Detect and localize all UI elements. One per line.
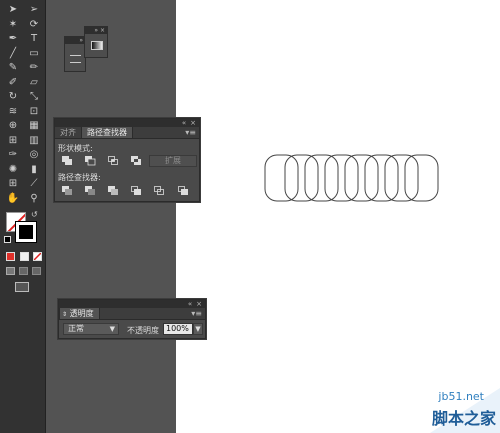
transparency-tab-label: 透明度: [69, 309, 94, 318]
selection-tool-icon[interactable]: ➤: [3, 2, 23, 17]
close-panel-icon[interactable]: ×: [190, 119, 196, 127]
minus-front-button[interactable]: [84, 155, 96, 166]
capsule-shape[interactable]: [324, 154, 359, 202]
watermark-url: jb51.net: [438, 390, 484, 403]
rectangle-tool-icon[interactable]: ▭: [24, 46, 44, 61]
capsule-shape[interactable]: [364, 154, 399, 202]
tab-align[interactable]: 对齐: [55, 127, 81, 138]
free-transform-tool-icon[interactable]: ⊡: [24, 104, 44, 119]
shape-builder-tool-icon[interactable]: ⊕: [3, 118, 23, 133]
collapse-arrows-icon[interactable]: »: [65, 37, 85, 44]
minus-back-button[interactable]: [177, 185, 189, 196]
collapse-panel-icon[interactable]: «: [188, 300, 192, 308]
collapsed-panel-brushes[interactable]: »: [64, 36, 86, 72]
eyedropper-tool-icon[interactable]: ✑: [3, 147, 23, 162]
outline-button[interactable]: [153, 185, 165, 196]
tools-panel: ➤ ➢ ✶ ⟳ ✒ T ╱ ▭ ✎ ✏ ✐ ▱ ↻ ⤡ ≋ ⊡ ⊕ ▦ ⊞ ▥ ✑ ◎ ✺ ▮ ⊞ ⟋ ✋ ⚲ ↺: [0, 0, 46, 433]
draw-inside-icon[interactable]: [32, 267, 41, 275]
rotate-tool-icon[interactable]: ↻: [3, 89, 23, 104]
magic-wand-tool-icon[interactable]: ✶: [3, 17, 23, 32]
shape-modes-label: 形状模式:: [58, 144, 93, 153]
trim-button[interactable]: [84, 185, 96, 196]
draw-normal-icon[interactable]: [6, 267, 15, 275]
blend-tool-icon[interactable]: ◎: [24, 147, 44, 162]
capsule-shape[interactable]: [404, 154, 439, 202]
hand-tool-icon[interactable]: ✋: [3, 191, 23, 206]
gradient-mode-icon[interactable]: [20, 252, 29, 261]
draw-behind-icon[interactable]: [19, 267, 28, 275]
panel-tabs: 对齐 路径查找器 ▾≡: [55, 127, 199, 139]
chevron-down-icon: ▼: [109, 325, 115, 333]
capsule-group[interactable]: [176, 0, 500, 433]
merge-button[interactable]: [107, 185, 119, 196]
expand-button[interactable]: 扩展: [149, 155, 197, 167]
collapsed-panel-gradient[interactable]: » ×: [84, 26, 108, 58]
screen-mode-icon[interactable]: [15, 282, 29, 292]
width-tool-icon[interactable]: ≋: [3, 104, 23, 119]
collapse-arrows-icon[interactable]: » ×: [85, 27, 107, 34]
line-tool-icon[interactable]: ╱: [3, 46, 23, 61]
artboard[interactable]: [176, 0, 500, 433]
symbol-sprayer-tool-icon[interactable]: ✺: [3, 162, 23, 177]
panel-menu-icon[interactable]: ▾≡: [185, 127, 196, 139]
capsule-shape[interactable]: [304, 154, 339, 202]
gradient-icon: [91, 41, 103, 50]
direct-selection-tool-icon[interactable]: ➢: [24, 2, 44, 17]
panel-tabs: ⇕ 透明度 ▾≡: [59, 308, 205, 320]
collapse-panel-icon[interactable]: «: [182, 119, 186, 127]
blend-mode-value: 正常: [68, 324, 84, 333]
capsule-shape[interactable]: [264, 154, 299, 202]
pen-tool-icon[interactable]: ✒: [3, 31, 23, 46]
watermark-brand: 脚本之家: [431, 409, 496, 428]
panel-menu-icon[interactable]: ▾≡: [191, 308, 202, 320]
opacity-dropdown-button[interactable]: ▼: [193, 323, 203, 335]
unite-button[interactable]: [61, 155, 73, 166]
opacity-label: 不透明度: [127, 326, 159, 335]
mesh-tool-icon[interactable]: ⊞: [3, 133, 23, 148]
paintbrush-tool-icon[interactable]: ✎: [3, 60, 23, 75]
gradient-tool-icon[interactable]: ▥: [24, 133, 44, 148]
blob-brush-tool-icon[interactable]: ✐: [3, 75, 23, 90]
swap-fill-stroke-icon[interactable]: ↺: [31, 210, 38, 219]
exclude-button[interactable]: [130, 155, 142, 166]
default-fill-stroke-icon[interactable]: [4, 236, 11, 243]
panel-titlebar[interactable]: « ×: [55, 119, 199, 127]
eraser-tool-icon[interactable]: ▱: [24, 75, 44, 90]
column-graph-tool-icon[interactable]: ▮: [24, 162, 44, 177]
divide-button[interactable]: [61, 185, 73, 196]
tab-stepper-icon: ⇕: [62, 311, 68, 318]
pencil-tool-icon[interactable]: ✏: [24, 60, 44, 75]
capsule-shape[interactable]: [384, 154, 419, 202]
pathfinder-panel: « × 对齐 路径查找器 ▾≡ 形状模式: 扩展 路径查找器:: [54, 118, 200, 202]
scale-tool-icon[interactable]: ⤡: [24, 89, 44, 104]
slice-tool-icon[interactable]: ⟋: [24, 176, 44, 191]
close-panel-icon[interactable]: ×: [196, 300, 202, 308]
perspective-grid-tool-icon[interactable]: ▦: [24, 118, 44, 133]
blend-mode-select[interactable]: 正常 ▼: [63, 323, 119, 335]
transparency-panel: « × ⇕ 透明度 ▾≡ 正常 ▼ 不透明度 100% ▼: [58, 299, 206, 339]
stroke-swatch[interactable]: [15, 221, 37, 243]
capsule-shape[interactable]: [344, 154, 379, 202]
list-icon: [70, 55, 81, 63]
color-mode-icon[interactable]: [6, 252, 15, 261]
tab-transparency[interactable]: ⇕ 透明度: [59, 308, 100, 319]
zoom-tool-icon[interactable]: ⚲: [24, 191, 44, 206]
panel-titlebar[interactable]: « ×: [59, 300, 205, 308]
pathfinders-label: 路径查找器:: [58, 173, 101, 182]
none-mode-icon[interactable]: [33, 252, 42, 261]
type-tool-icon[interactable]: T: [24, 31, 44, 46]
crop-button[interactable]: [130, 185, 142, 196]
opacity-input[interactable]: 100%: [163, 323, 193, 335]
watermark: jb51.net 脚本之家: [410, 388, 500, 433]
lasso-tool-icon[interactable]: ⟳: [24, 17, 44, 32]
intersect-button[interactable]: [107, 155, 119, 166]
artboard-tool-icon[interactable]: ⊞: [3, 176, 23, 191]
tab-pathfinder[interactable]: 路径查找器: [81, 127, 133, 138]
capsule-shape[interactable]: [284, 154, 319, 202]
